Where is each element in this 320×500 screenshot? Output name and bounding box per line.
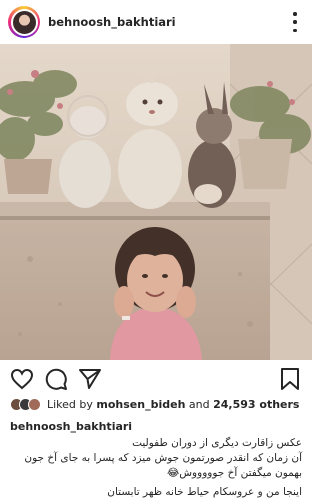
liked-by-user[interactable]: mohsen_bideh <box>96 398 185 411</box>
bookmark-icon[interactable] <box>278 367 302 391</box>
avatar[interactable] <box>10 8 38 36</box>
avatar <box>28 398 41 411</box>
post-photo[interactable] <box>0 44 312 360</box>
caption-line-2: آن زمان که انقدر صورتمون جوش میزد که پسر… <box>24 452 302 464</box>
action-bar <box>0 360 312 400</box>
childhood-photo <box>0 44 312 360</box>
caption-line-1: عکس زاقارت دیگری از دوران طفولیت <box>132 437 302 449</box>
caption-username[interactable]: behnoosh_bakhtiari <box>10 420 132 433</box>
heart-icon[interactable] <box>10 367 34 391</box>
likes-count[interactable]: 24,593 others <box>213 398 299 411</box>
caption-line-3: بهمون میگفتن آخ جوووووش😂 <box>166 467 302 479</box>
more-vertical-icon[interactable] <box>292 12 298 32</box>
likes-prefix: Liked by <box>47 398 93 411</box>
post-header: behnoosh_bakhtiari <box>0 0 312 44</box>
likes-and: and <box>188 398 210 411</box>
avatar-story-ring[interactable] <box>8 6 40 38</box>
likes-row[interactable]: Liked by mohsen_bideh and 24,593 others <box>10 398 299 411</box>
post-username[interactable]: behnoosh_bakhtiari <box>48 15 176 29</box>
caption-line-4: اینجا من و عروسکام حیاط خانه ظهر تابستان <box>107 486 302 498</box>
comment-icon[interactable] <box>44 367 68 391</box>
send-icon[interactable] <box>78 367 102 391</box>
liker-avatars <box>10 398 41 411</box>
